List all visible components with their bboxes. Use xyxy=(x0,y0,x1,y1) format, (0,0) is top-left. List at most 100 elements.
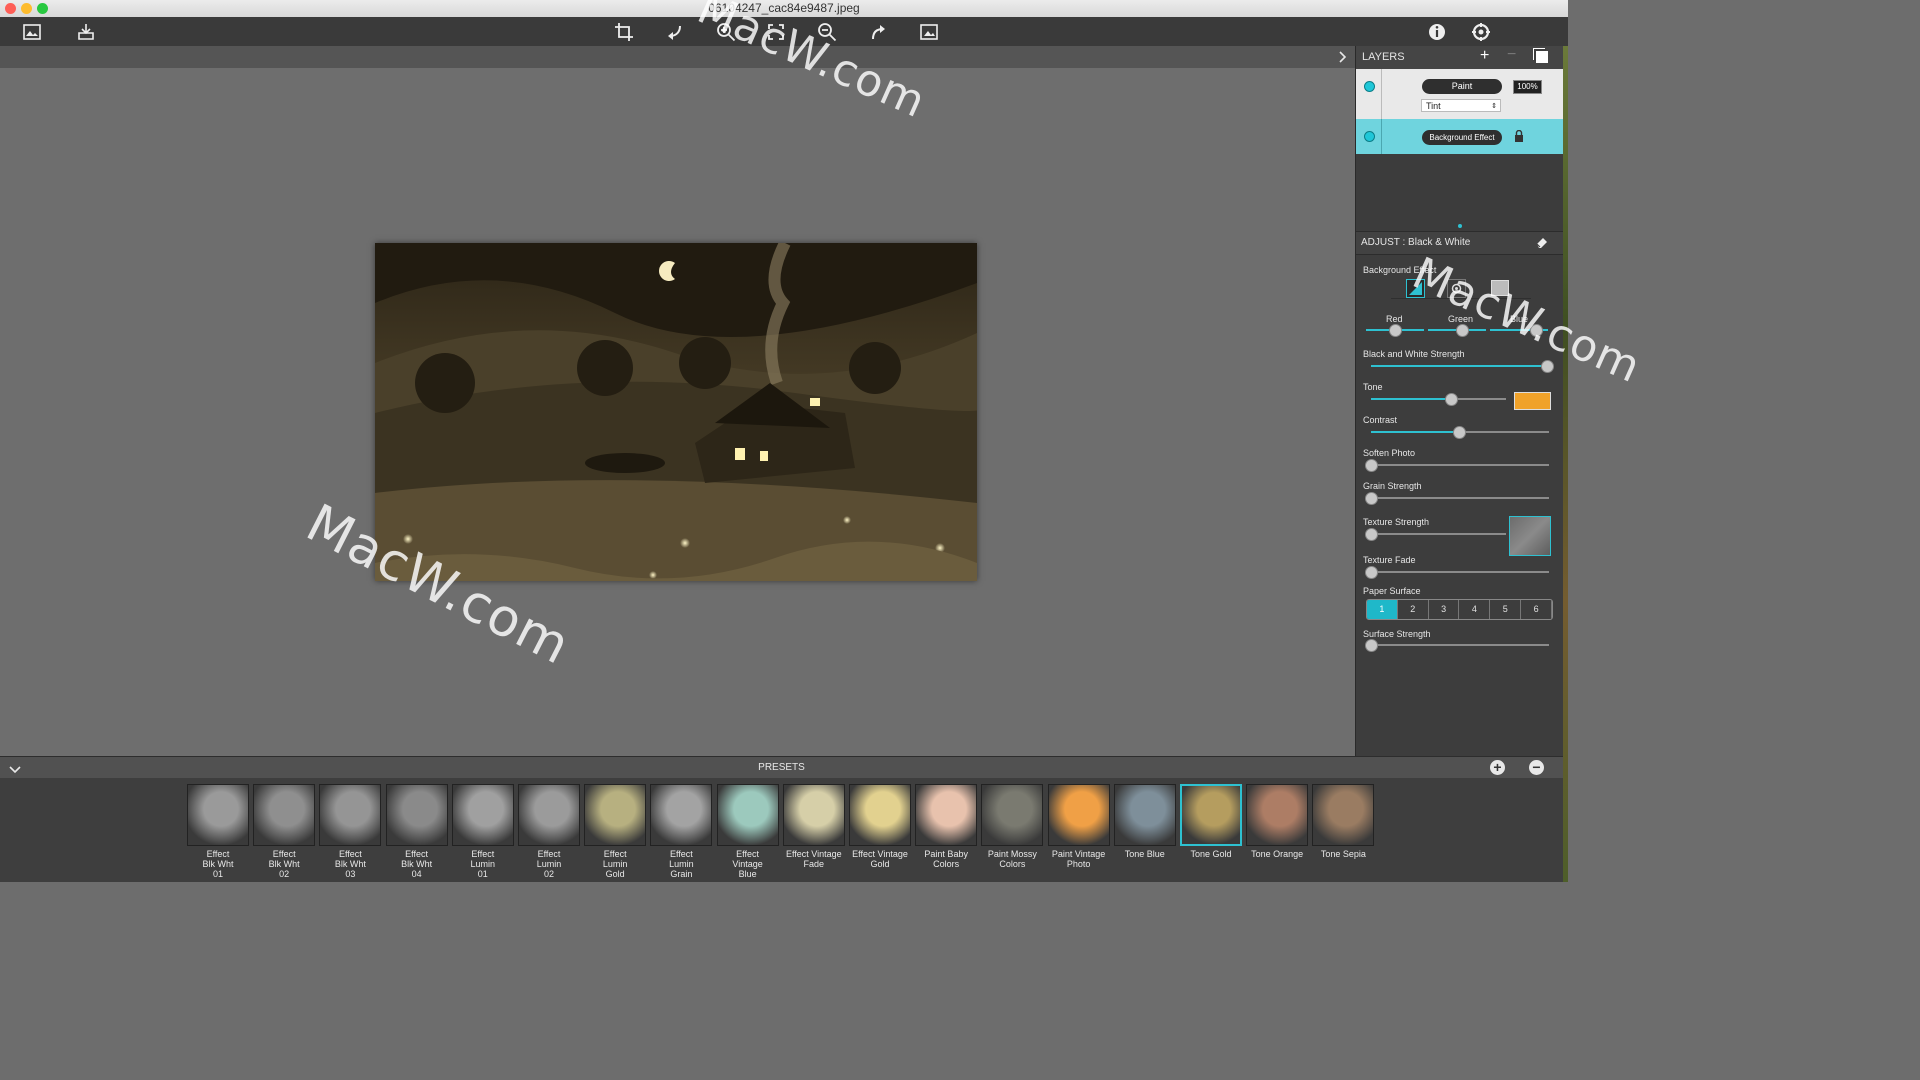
zoom-out-icon[interactable] xyxy=(815,20,839,44)
texture-thumbnail[interactable] xyxy=(1509,516,1551,556)
channel-knob-green[interactable] xyxy=(1455,324,1469,337)
preset-label: Effect Lumin 01 xyxy=(470,849,496,879)
preset-label: Effect Lumin 02 xyxy=(536,849,562,879)
preset-thumbnail[interactable] xyxy=(1312,784,1375,846)
preset-thumbnail[interactable] xyxy=(187,784,249,846)
preset-item[interactable]: Tone Orange xyxy=(1246,784,1309,859)
preset-item[interactable]: Effect Lumin 02 xyxy=(518,784,580,879)
preset-label: Effect Lumin Gold xyxy=(602,849,628,879)
preset-thumbnail[interactable] xyxy=(915,784,978,846)
image-browse-icon[interactable] xyxy=(20,20,44,44)
preset-thumbnail[interactable] xyxy=(253,784,316,846)
paint-layer-button[interactable]: Paint xyxy=(1422,79,1502,94)
layer-visibility-icon[interactable] xyxy=(1364,131,1375,142)
eraser-icon[interactable] xyxy=(1535,236,1548,249)
preset-thumbnail[interactable] xyxy=(782,784,845,846)
preset-thumbnail[interactable] xyxy=(1180,784,1242,846)
preset-thumbnail[interactable] xyxy=(1047,784,1110,846)
paper-option-4[interactable]: 4 xyxy=(1460,600,1491,619)
preset-item[interactable]: Tone Sepia xyxy=(1312,784,1375,859)
preset-thumbnail[interactable] xyxy=(385,784,448,846)
preset-label: Effect Blk Wht 03 xyxy=(334,849,366,879)
texture-strength-knob[interactable] xyxy=(1365,528,1378,541)
preset-thumbnail[interactable] xyxy=(518,784,580,846)
preset-item[interactable]: Effect Vintage Gold xyxy=(849,784,911,869)
preset-item[interactable]: Paint Baby Colors xyxy=(915,784,978,869)
preset-thumbnail[interactable] xyxy=(319,784,382,846)
preset-thumbnail[interactable] xyxy=(650,784,713,846)
presets-header: PRESETS + − xyxy=(0,756,1563,779)
black-and-white-strength-knob[interactable] xyxy=(1541,360,1554,373)
tone-knob[interactable] xyxy=(1444,393,1458,406)
lock-icon[interactable] xyxy=(1514,129,1524,142)
chevron-right-icon[interactable] xyxy=(1337,50,1349,64)
soften-photo-knob[interactable] xyxy=(1365,459,1378,472)
paper-option-5[interactable]: 5 xyxy=(1490,600,1522,619)
paper-option-2[interactable]: 2 xyxy=(1398,600,1429,619)
layer-opacity[interactable]: 100% xyxy=(1513,80,1542,94)
main-toolbar xyxy=(0,17,1568,47)
preset-thumbnail[interactable] xyxy=(849,784,911,846)
zoom-in-icon[interactable] xyxy=(714,20,738,44)
preset-thumbnail[interactable] xyxy=(451,784,514,846)
fit-icon[interactable] xyxy=(764,20,788,44)
blend-mode-select[interactable]: Tint ⇕ xyxy=(1421,99,1501,112)
channel-knob-red[interactable] xyxy=(1388,324,1402,337)
preset-item[interactable]: Effect Lumin Gold xyxy=(584,784,647,879)
preset-label: Paint Mossy Colors xyxy=(987,849,1037,869)
paper-option-6[interactable]: 6 xyxy=(1521,600,1552,619)
crop-icon[interactable] xyxy=(612,20,636,44)
add-preset-icon[interactable]: + xyxy=(1490,760,1505,775)
bw-mode-icon[interactable] xyxy=(1406,279,1425,298)
layer-background-effect[interactable]: Background Effect xyxy=(1356,119,1564,154)
preset-item[interactable]: Effect Lumin 01 xyxy=(451,784,514,879)
background-effect-button[interactable]: Background Effect xyxy=(1422,130,1502,145)
info-icon[interactable] xyxy=(1425,20,1449,44)
preset-thumbnail[interactable] xyxy=(1246,784,1309,846)
texture-fade-label: Texture Fade xyxy=(1363,555,1416,565)
preset-item[interactable]: Effect Lumin Grain xyxy=(650,784,713,879)
settings-icon[interactable] xyxy=(1469,20,1493,44)
preset-item[interactable]: Paint Mossy Colors xyxy=(981,784,1044,869)
surface-strength-knob[interactable] xyxy=(1365,639,1378,652)
preset-item[interactable]: Tone Blue xyxy=(1113,784,1176,859)
preset-label: Tone Sepia xyxy=(1320,849,1366,859)
contrast-knob[interactable] xyxy=(1453,426,1466,439)
layer-paint[interactable]: Paint 100% Tint ⇕ xyxy=(1356,69,1564,119)
preset-item[interactable]: Tone Gold xyxy=(1180,784,1242,859)
preset-thumbnail[interactable] xyxy=(584,784,647,846)
preset-thumbnail[interactable] xyxy=(981,784,1044,846)
texture-fade-knob[interactable] xyxy=(1365,566,1378,579)
preset-item[interactable]: Effect Blk Wht 03 xyxy=(319,784,382,879)
remove-layer-icon[interactable]: − xyxy=(1507,47,1521,63)
preset-label: Effect Vintage Blue xyxy=(732,849,763,879)
preset-item[interactable]: Effect Blk Wht 04 xyxy=(385,784,448,879)
preset-thumbnail[interactable] xyxy=(716,784,779,846)
photo-mode-icon[interactable] xyxy=(1447,279,1466,298)
add-layer-icon[interactable]: + xyxy=(1480,48,1494,64)
preset-item[interactable]: Effect Blk Wht 01 xyxy=(187,784,249,879)
remove-preset-icon[interactable]: − xyxy=(1529,760,1544,775)
channel-knob-blue[interactable] xyxy=(1530,324,1543,337)
preset-thumbnail[interactable] xyxy=(1113,784,1176,846)
preset-item[interactable]: Effect Vintage Blue xyxy=(716,784,779,879)
grain-strength-knob[interactable] xyxy=(1365,492,1378,505)
redo-icon[interactable] xyxy=(866,20,890,44)
paper-option-3[interactable]: 3 xyxy=(1429,600,1460,619)
compare-icon[interactable] xyxy=(917,20,941,44)
layer-visibility-icon[interactable] xyxy=(1364,81,1375,92)
preset-item[interactable]: Paint Vintage Photo xyxy=(1047,784,1110,869)
texture-strength-track xyxy=(1371,533,1506,535)
duplicate-layer-icon[interactable] xyxy=(1536,51,1548,63)
frame-mode-icon[interactable] xyxy=(1491,280,1509,296)
texture-strength-label: Texture Strength xyxy=(1363,517,1430,527)
resize-handle-icon[interactable] xyxy=(1458,224,1462,228)
paper-option-1[interactable]: 1 xyxy=(1367,600,1398,619)
tone-color-swatch[interactable] xyxy=(1514,392,1551,410)
preset-item[interactable]: Effect Vintage Fade xyxy=(782,784,845,869)
preset-item[interactable]: Effect Blk Wht 02 xyxy=(253,784,316,879)
export-icon[interactable] xyxy=(74,20,98,44)
tone-label: Tone xyxy=(1363,382,1383,392)
undo-icon[interactable] xyxy=(663,20,687,44)
photo-canvas[interactable] xyxy=(375,243,977,581)
